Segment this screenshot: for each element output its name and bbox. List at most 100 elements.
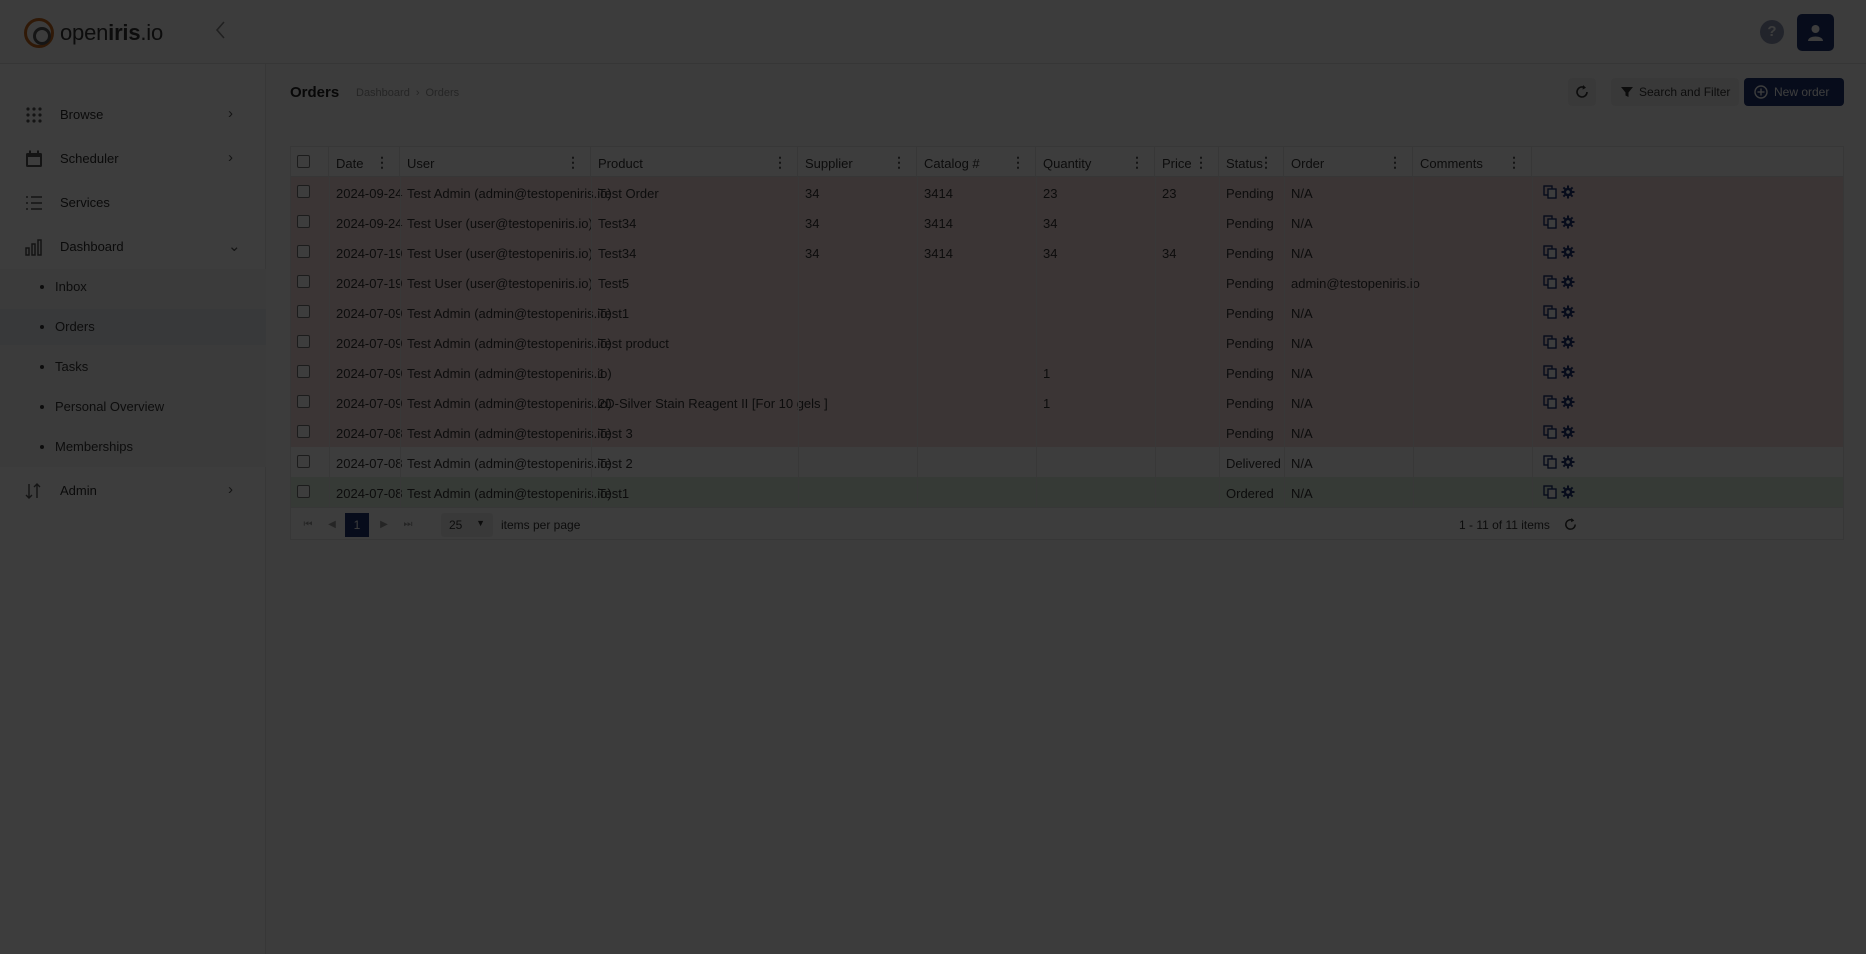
column-header-quantity[interactable]: Quantity ⋮ bbox=[1036, 147, 1155, 177]
sidebar-item-dashboard[interactable]: Dashboard ⌄ bbox=[0, 226, 266, 268]
column-menu-icon[interactable]: ⋮ bbox=[375, 154, 389, 171]
sidebar-item-scheduler[interactable]: Scheduler › bbox=[0, 138, 266, 180]
new-order-button[interactable]: New order bbox=[1744, 78, 1844, 106]
column-menu-icon[interactable]: ⋮ bbox=[1259, 154, 1273, 171]
table-row[interactable]: 2024-07-08 Test Admin (admin@testopeniris… bbox=[291, 477, 1843, 507]
table-row[interactable]: 2024-07-08 Test Admin (admin@testopeniris… bbox=[291, 447, 1843, 477]
gear-icon[interactable] bbox=[1561, 425, 1575, 439]
gear-icon[interactable] bbox=[1561, 185, 1575, 199]
row-select-checkbox[interactable] bbox=[297, 185, 310, 198]
row-select-checkbox[interactable] bbox=[297, 215, 310, 228]
copy-icon[interactable] bbox=[1543, 245, 1557, 259]
row-select-checkbox[interactable] bbox=[297, 335, 310, 348]
gear-icon[interactable] bbox=[1561, 305, 1575, 319]
table-row[interactable]: 2024-07-09 Test Admin (admin@testopeniris… bbox=[291, 327, 1843, 357]
row-select-checkbox[interactable] bbox=[297, 425, 310, 438]
table-row[interactable]: 2024-09-24 Test Admin (admin@testopeniris… bbox=[291, 177, 1843, 207]
sidebar-subitem-personal-overview[interactable]: Personal Overview bbox=[0, 389, 266, 425]
copy-icon[interactable] bbox=[1543, 215, 1557, 229]
column-header-supplier[interactable]: Supplier ⋮ bbox=[798, 147, 917, 177]
column-menu-icon[interactable]: ⋮ bbox=[566, 154, 580, 171]
row-select-checkbox[interactable] bbox=[297, 485, 310, 498]
table-row[interactable]: 2024-07-09 Test Admin (admin@testopeniris… bbox=[291, 357, 1843, 387]
table-row[interactable]: 2024-09-24 Test User (user@testopeniris.i… bbox=[291, 207, 1843, 237]
row-select-checkbox[interactable] bbox=[297, 365, 310, 378]
copy-icon[interactable] bbox=[1543, 275, 1557, 289]
copy-icon[interactable] bbox=[1543, 185, 1557, 199]
table-row[interactable]: 2024-07-08 Test Admin (admin@testopeniris… bbox=[291, 417, 1843, 447]
page-size-select[interactable]: 25 ▼ bbox=[441, 513, 493, 537]
grid-refresh-button[interactable] bbox=[1557, 511, 1583, 537]
first-page-button[interactable]: ⏮ bbox=[297, 514, 319, 536]
user-icon bbox=[1808, 25, 1823, 41]
table-row[interactable]: 2024-07-19 Test User (user@testopeniris.i… bbox=[291, 267, 1843, 297]
sidebar-subitem-tasks[interactable]: Tasks bbox=[0, 349, 266, 385]
copy-icon[interactable] bbox=[1543, 455, 1557, 469]
cell-date: 2024-07-09 bbox=[336, 306, 403, 321]
row-select-checkbox[interactable] bbox=[297, 455, 310, 468]
breadcrumb-dashboard[interactable]: Dashboard bbox=[356, 87, 410, 99]
column-header-status[interactable]: Status ⋮ bbox=[1219, 147, 1284, 177]
column-header-catalog[interactable]: Catalog # ⋮ bbox=[917, 147, 1036, 177]
copy-icon[interactable] bbox=[1543, 485, 1557, 499]
column-menu-icon[interactable]: ⋮ bbox=[773, 154, 787, 171]
table-row[interactable]: 2024-07-09 Test Admin (admin@testopeniris… bbox=[291, 297, 1843, 327]
row-select-checkbox[interactable] bbox=[297, 305, 310, 318]
gear-icon[interactable] bbox=[1561, 275, 1575, 289]
column-header-product[interactable]: Product ⋮ bbox=[591, 147, 798, 177]
cell-product: Test Order bbox=[598, 186, 659, 201]
search-and-filter-button[interactable]: Search and Filter bbox=[1611, 78, 1739, 106]
column-menu-icon[interactable]: ⋮ bbox=[1130, 154, 1144, 171]
refresh-button[interactable] bbox=[1568, 78, 1596, 106]
column-header-date[interactable]: Date ⋮ bbox=[329, 147, 400, 177]
column-menu-icon[interactable]: ⋮ bbox=[1011, 154, 1025, 171]
column-menu-icon[interactable]: ⋮ bbox=[892, 154, 906, 171]
sidebar-subitem-label: Tasks bbox=[55, 359, 89, 374]
cell-price: 23 bbox=[1162, 186, 1177, 201]
select-all-checkbox[interactable] bbox=[297, 155, 310, 168]
copy-icon[interactable] bbox=[1543, 395, 1557, 409]
sidebar-item-browse[interactable]: Browse › bbox=[0, 94, 266, 136]
gear-icon[interactable] bbox=[1561, 245, 1575, 259]
sidebar-item-admin[interactable]: Admin › bbox=[0, 470, 266, 512]
gear-icon[interactable] bbox=[1561, 455, 1575, 469]
gear-icon[interactable] bbox=[1561, 215, 1575, 229]
page-1-button[interactable]: 1 bbox=[345, 513, 369, 537]
gear-icon[interactable] bbox=[1561, 485, 1575, 499]
table-row[interactable]: 2024-07-19 Test User (user@testopeniris.i… bbox=[291, 237, 1843, 267]
sidebar-subitem-inbox[interactable]: Inbox bbox=[0, 269, 266, 305]
gear-icon[interactable] bbox=[1561, 335, 1575, 349]
column-label: Catalog # bbox=[924, 156, 980, 171]
user-menu-button[interactable] bbox=[1797, 14, 1834, 51]
sidebar-subitem-label: Memberships bbox=[55, 439, 134, 454]
table-row[interactable]: 2024-07-09 Test Admin (admin@testopeniris… bbox=[291, 387, 1843, 417]
sidebar-subitem-orders[interactable]: Orders bbox=[0, 309, 266, 345]
column-menu-icon[interactable]: ⋮ bbox=[1507, 154, 1521, 171]
column-header-comments[interactable]: Comments ⋮ bbox=[1413, 147, 1532, 177]
cell-user: Test Admin (admin@testopeniris.io) bbox=[407, 366, 612, 381]
prev-page-button[interactable]: ◀ bbox=[321, 514, 343, 536]
column-header-price[interactable]: Price ⋮ bbox=[1155, 147, 1219, 177]
help-button[interactable]: ? bbox=[1760, 20, 1784, 44]
column-menu-icon[interactable]: ⋮ bbox=[1388, 154, 1402, 171]
row-select-checkbox[interactable] bbox=[297, 395, 310, 408]
gear-icon[interactable] bbox=[1561, 365, 1575, 379]
copy-icon[interactable] bbox=[1543, 335, 1557, 349]
column-menu-icon[interactable]: ⋮ bbox=[1194, 154, 1208, 171]
sidebar-subitem-memberships[interactable]: Memberships bbox=[0, 429, 266, 465]
copy-icon[interactable] bbox=[1543, 425, 1557, 439]
column-header-order[interactable]: Order ⋮ bbox=[1284, 147, 1413, 177]
column-header-user[interactable]: User ⋮ bbox=[400, 147, 591, 177]
row-select-checkbox[interactable] bbox=[297, 245, 310, 258]
row-select-checkbox[interactable] bbox=[297, 275, 310, 288]
copy-icon[interactable] bbox=[1543, 365, 1557, 379]
breadcrumb-orders[interactable]: Orders bbox=[426, 87, 460, 99]
collapse-sidebar-button[interactable] bbox=[210, 20, 230, 44]
gear-icon[interactable] bbox=[1561, 395, 1575, 409]
openiris-logo[interactable]: openiris.io bbox=[24, 18, 163, 48]
next-page-button[interactable]: ▶ bbox=[373, 514, 395, 536]
sidebar-item-services[interactable]: Services bbox=[0, 182, 266, 224]
cell-date: 2024-07-09 bbox=[336, 396, 403, 411]
copy-icon[interactable] bbox=[1543, 305, 1557, 319]
last-page-button[interactable]: ⏭ bbox=[397, 514, 419, 536]
